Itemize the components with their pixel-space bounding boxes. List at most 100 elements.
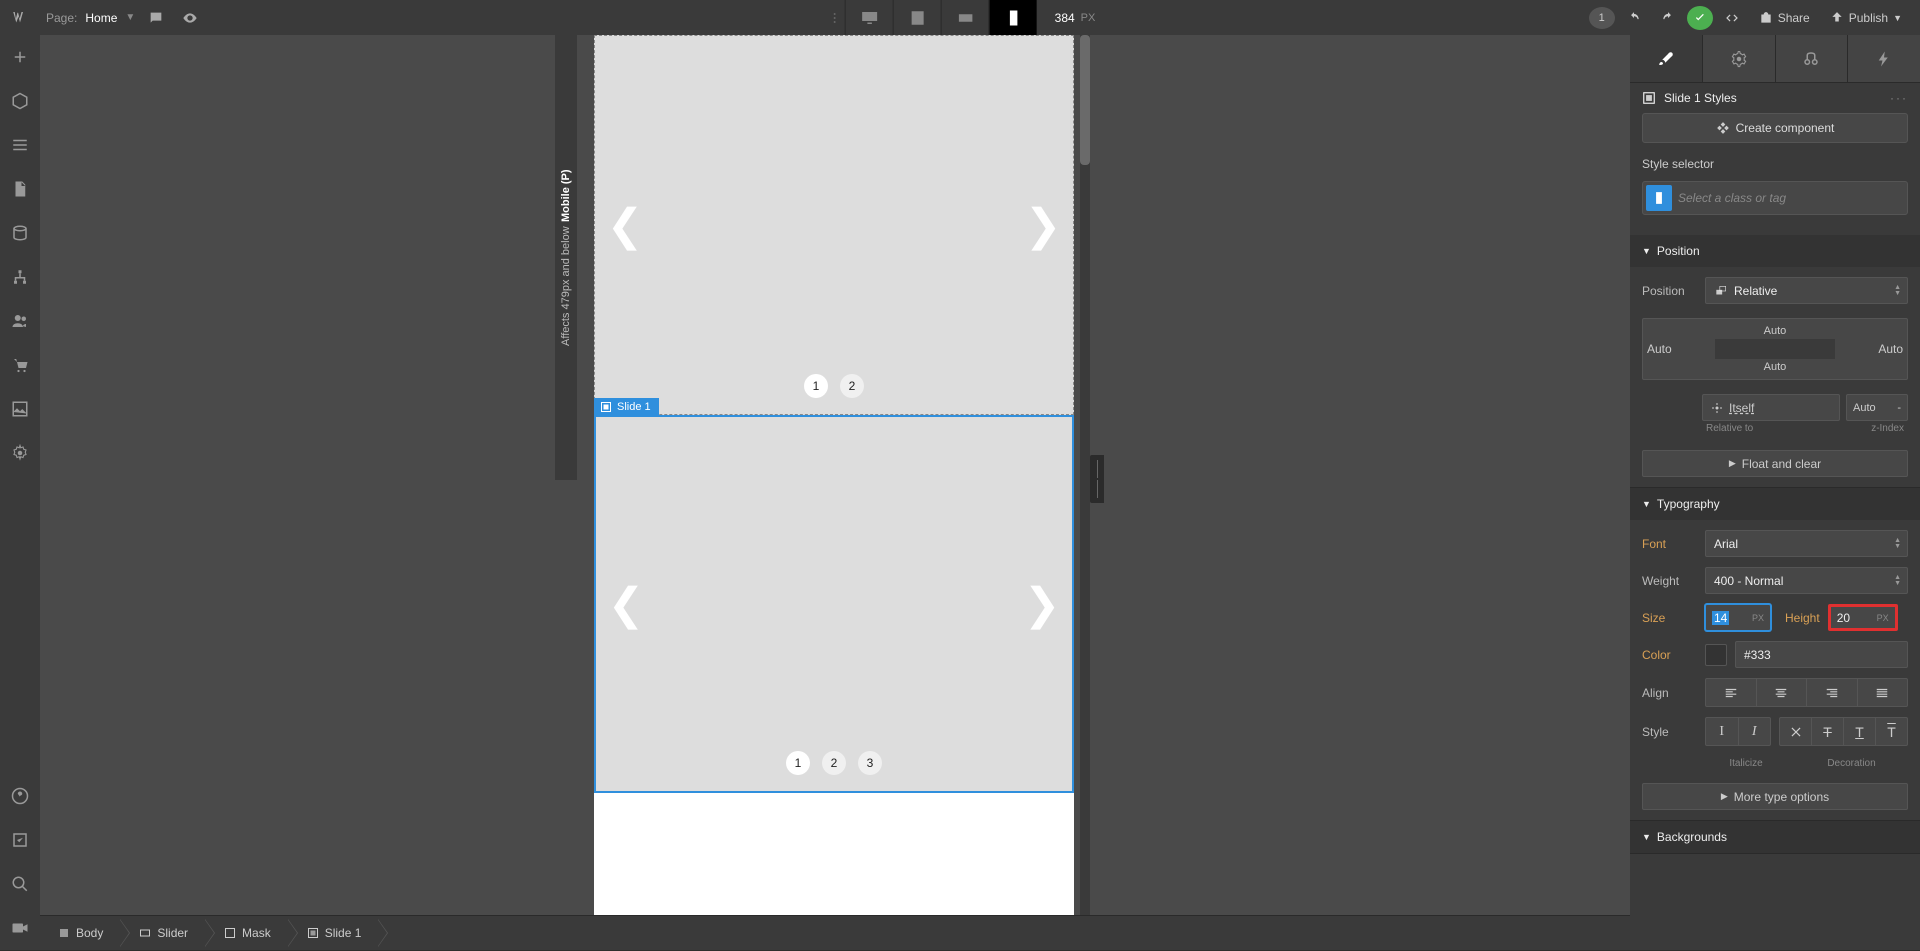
- canvas-resize-handle[interactable]: [1090, 455, 1104, 503]
- tab-settings-gear-icon[interactable]: [1702, 35, 1775, 82]
- relative-to-select[interactable]: Itself: [1702, 394, 1840, 421]
- float-clear-toggle[interactable]: ▶Float and clear: [1642, 450, 1908, 477]
- slider-bot-dots: 1 2 3: [786, 751, 882, 775]
- symbols-icon[interactable]: [0, 79, 40, 123]
- breadcrumb-item[interactable]: Mask: [206, 916, 289, 951]
- position-select[interactable]: Relative ▲▼: [1705, 277, 1908, 304]
- breakpoint-chip-icon: [1646, 185, 1672, 211]
- device-desktop-icon[interactable]: [845, 0, 893, 35]
- canvas-width[interactable]: 384 PX: [1055, 11, 1096, 25]
- font-size-input[interactable]: 14PX: [1705, 604, 1771, 631]
- page-label: Page:: [46, 11, 77, 25]
- slider-dot[interactable]: 2: [840, 374, 864, 398]
- font-select[interactable]: Arial▲▼: [1705, 530, 1908, 557]
- styles-more-icon[interactable]: ···: [1890, 91, 1908, 105]
- slider-arrow-right-icon[interactable]: ❯: [1022, 574, 1062, 634]
- section-position-header[interactable]: ▼Position: [1630, 235, 1920, 267]
- style-selector-label: Style selector: [1642, 157, 1908, 171]
- tab-style-brush-icon[interactable]: [1630, 35, 1702, 82]
- device-tablet-icon[interactable]: [893, 0, 941, 35]
- decoration-underline-icon[interactable]: T: [1843, 718, 1875, 745]
- class-selector-input[interactable]: Select a class or tag: [1642, 181, 1908, 215]
- slider-arrow-left-icon[interactable]: ❮: [606, 574, 646, 634]
- more-vert-icon[interactable]: [825, 0, 845, 35]
- device-mobile-portrait-icon[interactable]: [989, 0, 1037, 35]
- right-panel: Slide 1 Styles ··· Create component Styl…: [1630, 35, 1920, 950]
- top-bar: Page: Home ▼ 384 PX 1 Share Publish▼: [0, 0, 1920, 35]
- video-icon[interactable]: [0, 906, 40, 950]
- decoration-strike-icon[interactable]: T: [1811, 718, 1843, 745]
- position-offsets[interactable]: Auto AutoAuto Auto: [1642, 318, 1908, 380]
- slider-dot[interactable]: 2: [822, 751, 846, 775]
- webflow-logo-icon[interactable]: [0, 0, 40, 35]
- italic-off-icon[interactable]: I: [1706, 718, 1738, 745]
- changes-badge[interactable]: 1: [1589, 7, 1615, 29]
- breadcrumb-item[interactable]: Slider: [121, 916, 206, 951]
- breadcrumb: Body Slider Mask Slide 1: [40, 915, 1630, 950]
- line-height-input[interactable]: 20PX: [1828, 604, 1898, 631]
- align-right-icon[interactable]: [1806, 679, 1857, 706]
- audit-icon[interactable]: [0, 818, 40, 862]
- search-icon[interactable]: [0, 862, 40, 906]
- align-label: Align: [1642, 686, 1697, 700]
- slider-selected[interactable]: ❮ ❯ 1 2 3: [594, 415, 1074, 793]
- publish-button[interactable]: Publish▼: [1822, 5, 1910, 31]
- slider-dot[interactable]: 1: [786, 751, 810, 775]
- section-backgrounds-header[interactable]: ▼Backgrounds: [1630, 821, 1920, 853]
- scrollbar-thumb[interactable]: [1080, 35, 1090, 165]
- align-justify-icon[interactable]: [1857, 679, 1908, 706]
- breadcrumb-item[interactable]: Body: [40, 916, 121, 951]
- slider-arrow-left-icon[interactable]: ❮: [605, 195, 645, 255]
- cms-icon[interactable]: [0, 211, 40, 255]
- decoration-none-icon[interactable]: [1780, 718, 1811, 745]
- color-input[interactable]: #333: [1735, 641, 1908, 668]
- canvas-scrollbar[interactable]: [1080, 35, 1090, 915]
- tab-effects-bolt-icon[interactable]: [1847, 35, 1920, 82]
- selection-label[interactable]: Slide 1: [594, 398, 659, 416]
- export-code-icon[interactable]: [1717, 5, 1747, 31]
- size-label: Size: [1642, 611, 1697, 625]
- align-left-icon[interactable]: [1706, 679, 1756, 706]
- pages-icon[interactable]: [0, 167, 40, 211]
- preview-eye-icon[interactable]: [177, 5, 203, 31]
- canvas-width-value: 384: [1055, 11, 1075, 25]
- device-mobile-landscape-icon[interactable]: [941, 0, 989, 35]
- comment-icon[interactable]: [143, 5, 169, 31]
- more-type-options-toggle[interactable]: ▶More type options: [1642, 783, 1908, 810]
- slider-top[interactable]: ❮ ❯ 1 2: [594, 35, 1074, 415]
- help-icon[interactable]: [0, 774, 40, 818]
- assets-icon[interactable]: [0, 387, 40, 431]
- section-backgrounds: ▼Backgrounds: [1630, 821, 1920, 854]
- breakpoint-label[interactable]: Affects 479px and below Mobile (P): [555, 35, 577, 480]
- styles-header: Slide 1 Styles ···: [1630, 83, 1920, 113]
- slider-dot[interactable]: 1: [804, 374, 828, 398]
- status-check-icon[interactable]: [1687, 6, 1713, 30]
- add-element-icon[interactable]: [0, 35, 40, 79]
- settings-icon[interactable]: [0, 431, 40, 475]
- ecommerce-icon[interactable]: [0, 343, 40, 387]
- share-button[interactable]: Share: [1751, 5, 1818, 31]
- section-typography-header[interactable]: ▼Typography: [1630, 488, 1920, 520]
- navigator-icon[interactable]: [0, 123, 40, 167]
- styles-title: Slide 1 Styles: [1664, 91, 1737, 105]
- page-name[interactable]: Home: [85, 11, 117, 25]
- breadcrumb-item[interactable]: Slide 1: [289, 916, 380, 951]
- structure-icon[interactable]: [0, 255, 40, 299]
- zindex-input[interactable]: Auto-: [1846, 394, 1908, 421]
- color-swatch[interactable]: [1705, 644, 1727, 666]
- slider-dot[interactable]: 3: [858, 751, 882, 775]
- device-switcher: 384 PX: [825, 0, 1096, 35]
- decoration-overline-icon[interactable]: T: [1875, 718, 1907, 745]
- slider-arrow-right-icon[interactable]: ❯: [1023, 195, 1063, 255]
- tab-interactions-icon[interactable]: [1775, 35, 1848, 82]
- users-icon[interactable]: [0, 299, 40, 343]
- weight-select[interactable]: 400 - Normal▲▼: [1705, 567, 1908, 594]
- create-component-button[interactable]: Create component: [1642, 113, 1908, 143]
- height-label: Height: [1785, 611, 1820, 625]
- canvas-width-unit: PX: [1081, 12, 1096, 24]
- redo-button[interactable]: [1653, 5, 1683, 31]
- left-toolbar: [0, 35, 40, 950]
- undo-button[interactable]: [1619, 5, 1649, 31]
- align-center-icon[interactable]: [1756, 679, 1807, 706]
- italic-on-icon[interactable]: I: [1738, 718, 1771, 745]
